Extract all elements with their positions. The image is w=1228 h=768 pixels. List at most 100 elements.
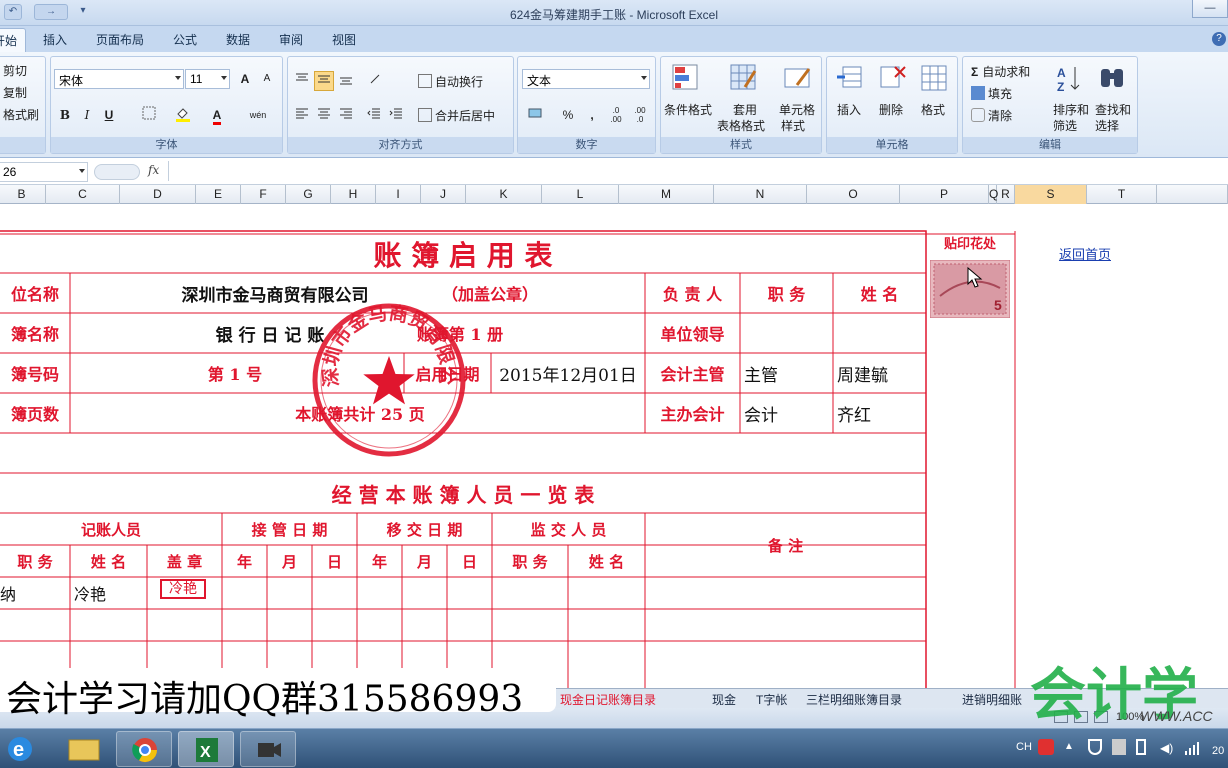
column-header-k[interactable]: K	[466, 185, 542, 204]
column-header-e[interactable]: E	[196, 185, 241, 204]
column-header-n[interactable]: N	[714, 185, 807, 204]
chrome-icon[interactable]	[116, 731, 172, 767]
column-header-b[interactable]: B	[0, 185, 46, 204]
power-icon[interactable]	[1136, 739, 1146, 755]
grow-font-button[interactable]: A	[235, 69, 255, 89]
format-painter-button[interactable]: 格式刷	[3, 106, 39, 123]
currency-icon[interactable]	[522, 105, 550, 125]
sheet-tab-three-column[interactable]: 三栏明细账簿目录	[806, 691, 902, 708]
increase-indent-icon[interactable]	[386, 105, 406, 125]
align-center-icon[interactable]	[314, 105, 334, 125]
ie-browser-icon[interactable]: e	[4, 733, 36, 765]
excel-icon[interactable]: X	[178, 731, 234, 767]
clear-button[interactable]: 清除	[971, 107, 1012, 124]
cell-styles-label-1[interactable]: 单元格	[779, 101, 815, 118]
worksheet[interactable]: 账 簿 启 用 表 贴印花处 5 返回首页 位名称 深圳市金马商贸有限公司 （加…	[0, 204, 1228, 688]
volume-icon[interactable]: ◀)	[1160, 741, 1173, 755]
fill-button[interactable]: 填充	[971, 85, 1012, 102]
tab-review[interactable]: 审阅	[279, 31, 303, 48]
tab-data[interactable]: 数据	[226, 31, 250, 48]
copy-button[interactable]: 复制	[3, 84, 27, 101]
align-top-icon[interactable]	[292, 71, 312, 91]
name-box-value: 26	[3, 165, 17, 179]
font-size-select[interactable]: 11	[185, 69, 230, 89]
video-recorder-icon[interactable]	[240, 731, 296, 767]
column-header-g[interactable]: G	[286, 185, 331, 204]
network-icon[interactable]	[1184, 741, 1200, 755]
decrease-decimal-button[interactable]: .00 .0	[630, 105, 650, 125]
formula-bar-handle[interactable]	[94, 164, 140, 180]
autosum-button[interactable]: Σ 自动求和	[971, 63, 1030, 80]
format-as-table-label-2[interactable]: 表格格式	[717, 117, 765, 134]
input-language-indicator[interactable]: CH	[1016, 741, 1032, 753]
sort-filter-label-1[interactable]: 排序和	[1053, 101, 1089, 118]
tab-formulas[interactable]: 公式	[173, 31, 197, 48]
tab-view[interactable]: 视图	[332, 31, 356, 48]
minimize-button[interactable]: —	[1192, 0, 1228, 18]
back-home-link[interactable]: 返回首页	[1050, 244, 1120, 262]
sort-filter-label-2[interactable]: 筛选	[1053, 117, 1077, 134]
phonetic-button[interactable]: wén	[243, 105, 273, 125]
column-header-t[interactable]: T	[1087, 185, 1157, 204]
column-header-r[interactable]: R	[997, 185, 1015, 204]
format-cells-button[interactable]: 格式	[921, 101, 945, 118]
ime-icon[interactable]	[1038, 739, 1054, 755]
font-color-icon[interactable]: A	[207, 105, 227, 125]
cell-styles-label-2[interactable]: 样式	[781, 117, 805, 134]
merge-center-button[interactable]: 合并后居中	[418, 107, 495, 124]
increase-decimal-button[interactable]: .0 .00	[606, 105, 626, 125]
column-header-d[interactable]: D	[120, 185, 196, 204]
decrease-indent-icon[interactable]	[364, 105, 384, 125]
italic-button[interactable]: I	[77, 105, 97, 125]
column-header-m[interactable]: M	[619, 185, 714, 204]
comma-button[interactable]: ,	[582, 105, 602, 125]
action-center-icon[interactable]	[1112, 739, 1126, 755]
font-name-select[interactable]: 宋体	[54, 69, 184, 89]
font-group: 宋体 11 A A B I U A wén 字体	[50, 56, 283, 154]
column-header-i[interactable]: I	[376, 185, 421, 204]
align-middle-icon[interactable]	[314, 71, 334, 91]
find-select-label-1[interactable]: 查找和	[1095, 101, 1131, 118]
cut-button[interactable]: 剪切	[3, 62, 27, 79]
security-shield-icon[interactable]	[1088, 739, 1102, 755]
number-format-select[interactable]: 文本	[522, 69, 650, 89]
fill-color-icon[interactable]	[173, 105, 193, 125]
sheet-tab-cash-journal-index[interactable]: 现金日记账簿目录	[560, 691, 656, 708]
file-explorer-icon[interactable]	[56, 731, 112, 767]
fx-icon[interactable]: fx	[148, 163, 159, 177]
align-left-icon[interactable]	[292, 105, 312, 125]
conditional-format-button[interactable]: 条件格式	[664, 101, 712, 118]
bold-button[interactable]: B	[55, 105, 75, 125]
column-header-f[interactable]: F	[241, 185, 286, 204]
align-bottom-icon[interactable]	[336, 71, 356, 91]
column-header-s[interactable]: S	[1015, 185, 1087, 204]
formula-input[interactable]	[168, 161, 1228, 181]
column-header-l[interactable]: L	[542, 185, 619, 204]
column-header-q[interactable]: Q	[989, 185, 998, 204]
tab-home[interactable]: 开始	[0, 28, 27, 52]
delete-cells-button[interactable]: 删除	[879, 101, 903, 118]
format-as-table-label-1[interactable]: 套用	[733, 101, 757, 118]
border-icon[interactable]	[139, 105, 159, 125]
tab-insert[interactable]: 插入	[43, 31, 67, 48]
column-header-o[interactable]: O	[807, 185, 900, 204]
find-select-label-2[interactable]: 选择	[1095, 117, 1119, 134]
wrap-text-button[interactable]: 自动换行	[418, 73, 483, 90]
help-icon[interactable]: ?	[1212, 32, 1226, 46]
name-box[interactable]: 26	[0, 162, 88, 182]
column-header-j[interactable]: J	[421, 185, 466, 204]
percent-button[interactable]: %	[558, 105, 578, 125]
sheet-tab-t-account[interactable]: T字帐	[756, 691, 787, 708]
column-header-c[interactable]: C	[46, 185, 120, 204]
sheet-tab-cash[interactable]: 现金	[712, 691, 736, 708]
tray-expand-icon[interactable]: ▲	[1064, 741, 1074, 752]
underline-button[interactable]: U	[99, 105, 119, 125]
align-right-icon[interactable]	[336, 105, 356, 125]
column-header-p[interactable]: P	[900, 185, 989, 204]
shrink-font-button[interactable]: A	[257, 69, 277, 89]
insert-cells-button[interactable]: 插入	[837, 101, 861, 118]
tab-page-layout[interactable]: 页面布局	[96, 31, 144, 48]
column-header-h[interactable]: H	[331, 185, 376, 204]
orientation-icon[interactable]	[366, 71, 386, 91]
sheet-tab-inventory[interactable]: 进销明细账	[962, 691, 1022, 708]
